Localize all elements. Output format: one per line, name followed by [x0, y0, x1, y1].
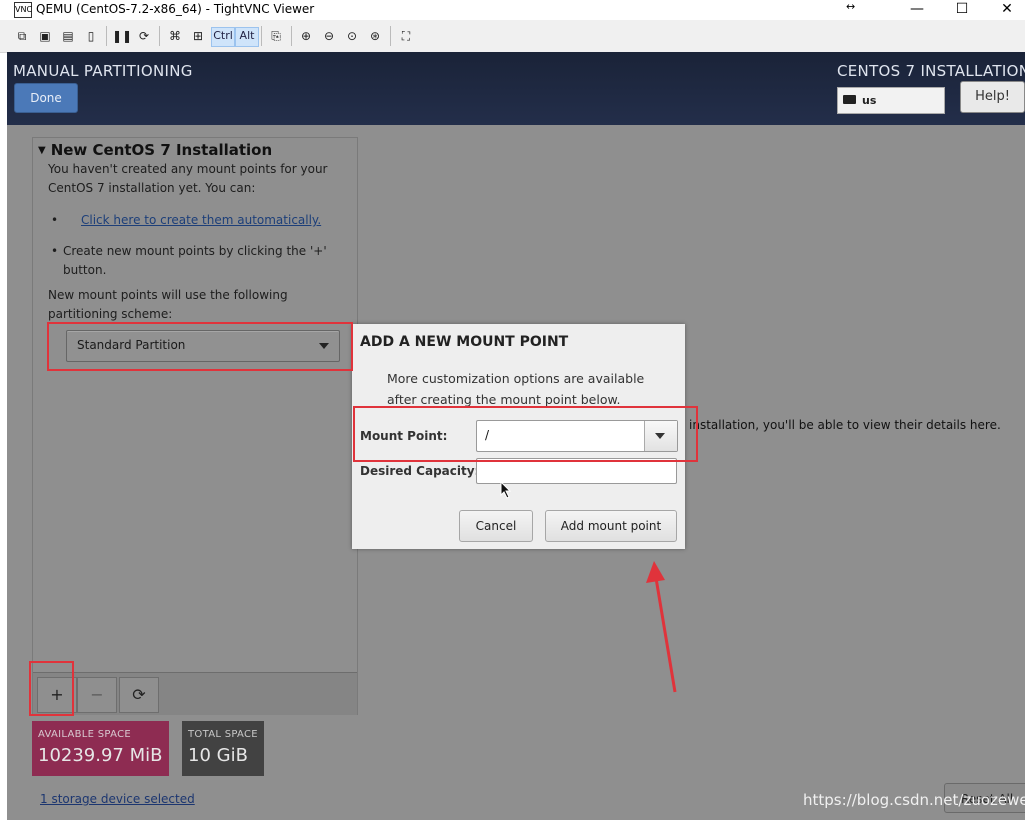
- section-header[interactable]: ▼ New CentOS 7 Installation: [38, 141, 272, 159]
- keyboard-layout-indicator[interactable]: us: [837, 87, 945, 114]
- section-title: New CentOS 7 Installation: [50, 141, 273, 159]
- mount-point-label: Mount Point:: [360, 429, 448, 443]
- details-hint-text: installation, you'll be able to view the…: [689, 418, 1001, 432]
- mount-point-input[interactable]: /: [485, 428, 489, 442]
- total-space-label: TOTAL SPACE: [188, 729, 258, 740]
- info-icon[interactable]: ▯: [82, 27, 100, 45]
- total-space-box: TOTAL SPACE 10 GiB: [182, 721, 264, 776]
- partition-scheme-value: Standard Partition: [77, 338, 186, 352]
- keyboard-layout-label: us: [862, 94, 877, 107]
- toolbar-divider: [106, 26, 107, 46]
- installer-header: MANUAL PARTITIONING CENTOS 7 INSTALLATIO…: [7, 52, 1025, 125]
- refresh-button[interactable]: ⟳: [119, 677, 159, 713]
- window-titlebar: VNC QEMU (CentOS-7.2-x86_64) - TightVNC …: [0, 0, 1025, 20]
- chevron-down-icon: [655, 433, 665, 439]
- toolbar-divider: [159, 26, 160, 46]
- available-space-box: AVAILABLE SPACE 10239.97 MiB: [32, 721, 169, 776]
- ctrl-alt-del-icon[interactable]: ⌘: [166, 27, 184, 45]
- maximize-button[interactable]: ☐: [942, 0, 982, 20]
- total-space-value: 10 GiB: [188, 745, 248, 766]
- clipboard-icon[interactable]: ⎘: [267, 27, 285, 45]
- cancel-button[interactable]: Cancel: [459, 510, 533, 542]
- options-icon[interactable]: ▤: [59, 27, 77, 45]
- remove-mount-point-button[interactable]: −: [77, 677, 117, 713]
- vnc-app-icon: VNC: [14, 2, 32, 18]
- minimize-button[interactable]: —: [897, 0, 937, 20]
- bullet-icon: •: [51, 244, 59, 258]
- fullscreen-icon[interactable]: ⛶: [397, 27, 415, 45]
- done-button[interactable]: Done: [14, 83, 78, 113]
- desired-capacity-label: Desired Capacity:: [360, 464, 480, 478]
- add-mount-point-dialog: ADD A NEW MOUNT POINT More customization…: [352, 324, 685, 549]
- mount-points-panel: ▼ New CentOS 7 Installation You haven't c…: [32, 137, 358, 715]
- help-button[interactable]: Help!: [960, 81, 1025, 113]
- close-window-button[interactable]: ✕: [987, 0, 1025, 20]
- alt-key-button[interactable]: Alt: [235, 27, 259, 47]
- scheme-hint-text: New mount points will use the following …: [48, 288, 288, 321]
- mount-point-actions: + − ⟳: [33, 672, 357, 715]
- window-title: QEMU (CentOS-7.2-x86_64) - TightVNC View…: [36, 2, 315, 16]
- toolbar-divider: [390, 26, 391, 46]
- intro-text: You haven't created any mount points for…: [48, 162, 328, 195]
- chevron-down-icon: [319, 343, 329, 349]
- vnc-toolbar: ⧉ ▣ ▤ ▯ ❚❚ ⟳ ⌘ ⊞ Ctrl Alt ⎘ ⊕ ⊖ ⊙ ⊛ ⛶: [0, 20, 1025, 53]
- dialog-description: More customization options are available…: [387, 371, 645, 407]
- mount-point-dropdown-button[interactable]: [644, 421, 677, 451]
- ctrl-key-button[interactable]: Ctrl: [211, 27, 235, 47]
- add-mount-point-confirm-button[interactable]: Add mount point: [545, 510, 677, 542]
- page-title: MANUAL PARTITIONING: [13, 62, 193, 80]
- available-space-value: 10239.97 MiB: [38, 745, 163, 766]
- zoom-out-icon[interactable]: ⊖: [320, 27, 338, 45]
- manual-hint-text: Create new mount points by clicking the …: [63, 244, 327, 277]
- pause-icon[interactable]: ❚❚: [112, 27, 132, 45]
- refresh-screen-icon[interactable]: ⟳: [135, 27, 153, 45]
- new-connection-icon[interactable]: ⧉: [13, 27, 31, 45]
- save-icon[interactable]: ▣: [36, 27, 54, 45]
- toolbar-divider: [261, 26, 262, 46]
- watermark: https://blog.csdn.net/zuozewei: [803, 791, 1025, 809]
- auto-create-link[interactable]: Click here to create them automatically.: [81, 213, 321, 227]
- storage-device-link[interactable]: 1 storage device selected: [40, 792, 195, 806]
- partition-scheme-dropdown[interactable]: Standard Partition: [66, 330, 340, 362]
- zoom-100-icon[interactable]: ⊙: [343, 27, 361, 45]
- zoom-fit-icon[interactable]: ⊛: [366, 27, 384, 45]
- win-key-icon[interactable]: ⊞: [189, 27, 207, 45]
- expander-triangle-icon[interactable]: ▼: [38, 145, 46, 156]
- zoom-in-icon[interactable]: ⊕: [297, 27, 315, 45]
- mouse-cursor-icon: [500, 481, 512, 499]
- bullet-icon: •: [51, 213, 59, 227]
- mount-point-combobox[interactable]: /: [476, 420, 678, 452]
- toolbar-divider: [291, 26, 292, 46]
- keyboard-icon: [843, 95, 856, 104]
- resize-indicator-icon: ↔: [846, 0, 856, 13]
- dialog-title: ADD A NEW MOUNT POINT: [360, 334, 569, 350]
- install-title: CENTOS 7 INSTALLATION: [837, 62, 1025, 80]
- available-space-label: AVAILABLE SPACE: [38, 729, 131, 740]
- add-mount-point-button[interactable]: +: [37, 677, 77, 713]
